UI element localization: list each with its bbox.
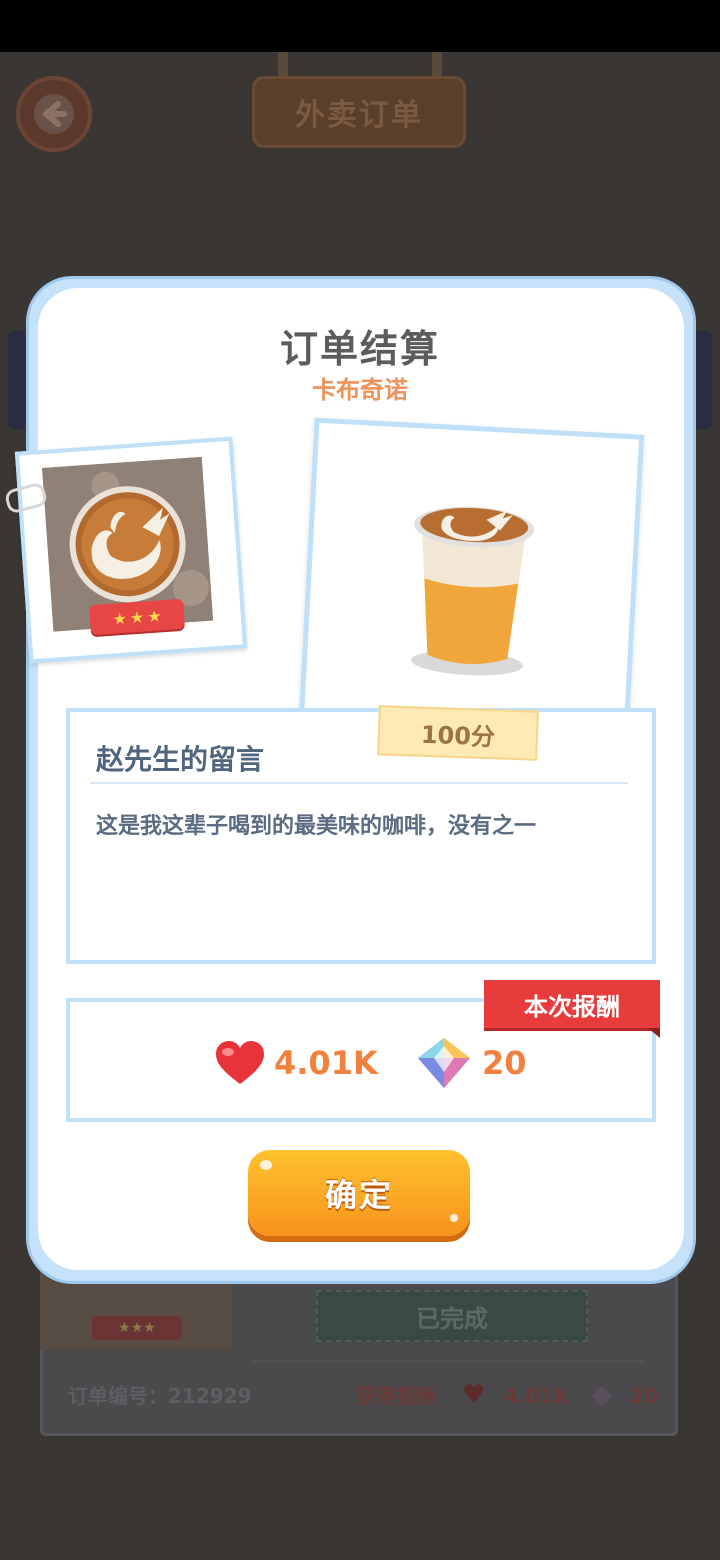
star-icon: ★ — [129, 607, 145, 627]
message-title: 赵先生的留言 — [96, 743, 265, 776]
reward-gems-value: 20 — [482, 1044, 527, 1082]
heart-icon — [216, 1041, 264, 1084]
arrow-left-icon — [34, 94, 74, 134]
product-name: 卡布奇诺 — [312, 376, 408, 404]
coffee-cup-image — [411, 506, 535, 676]
order-status-badge: 已完成 — [316, 1290, 588, 1342]
star-icon: ★ — [111, 608, 128, 629]
message-divider — [90, 782, 628, 784]
gem-icon: ◆ — [592, 1380, 612, 1410]
heart-icon: ♥ — [462, 1380, 486, 1410]
order-card-divider — [252, 1360, 644, 1362]
reward-hearts-value: 4.01K — [274, 1044, 378, 1082]
button-shine — [450, 1214, 458, 1222]
dialog-title: 订单结算 — [279, 327, 440, 371]
order-number: 订单编号：212929 — [68, 1384, 252, 1408]
order-card-stars: ★★★ — [92, 1316, 182, 1340]
order-reward-label: 获得报酬 — [356, 1384, 436, 1408]
message-text: 这是我这辈子喝到的最美味的咖啡，没有之一 — [96, 814, 537, 839]
order-gems-value: 20 — [630, 1384, 658, 1408]
reward-label: 本次报酬 — [484, 980, 660, 1038]
gem-icon — [418, 1038, 470, 1088]
confirm-button[interactable]: 确定 — [248, 1150, 470, 1236]
button-shine — [260, 1160, 272, 1170]
header-sign: 外卖订单 — [252, 76, 466, 148]
status-bar — [0, 0, 720, 52]
order-hearts-value: 4.01K — [504, 1384, 569, 1408]
coffee-cup-photo — [297, 417, 645, 757]
star-icon: ★ — [146, 605, 163, 626]
back-button[interactable] — [16, 76, 92, 152]
score-tag-overlay: 100分 — [377, 705, 539, 761]
confirm-button-label: 确定 — [324, 1176, 393, 1214]
